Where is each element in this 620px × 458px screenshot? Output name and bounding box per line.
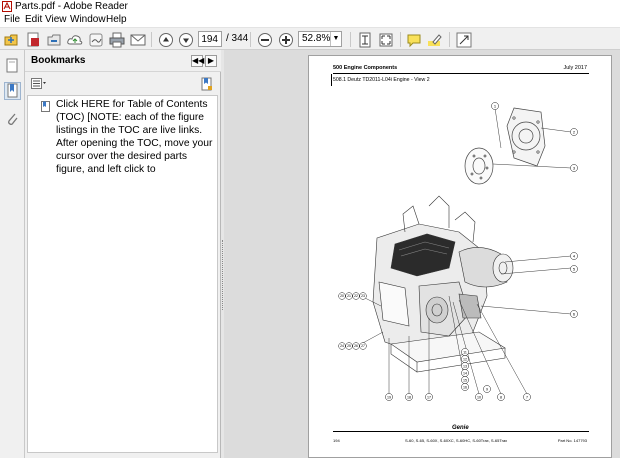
navigation-pane <box>0 50 25 458</box>
svg-text:15: 15 <box>463 378 467 382</box>
adobe-reader-icon <box>2 1 12 12</box>
menu-file[interactable]: File <box>4 13 20 27</box>
page-thumbnails-icon[interactable] <box>4 57 21 75</box>
callouts-bottom: 19 18 17 10 9 8 7 <box>385 385 531 401</box>
sign-icon[interactable] <box>87 31 105 48</box>
flywheel-disk <box>464 147 494 185</box>
bookmark-icon <box>41 101 50 112</box>
menu-help[interactable]: Help <box>106 13 127 27</box>
engine-drawing: 1 2 3 4 5 6 19 18 17 10 9 8 7 11 12 13 1… <box>338 102 578 401</box>
previous-page-icon[interactable] <box>157 31 175 48</box>
next-page-icon[interactable] <box>177 31 195 48</box>
page-number: 194 <box>333 438 340 443</box>
expand-icon[interactable] <box>455 31 473 48</box>
email-icon[interactable] <box>129 31 147 48</box>
collapse-panel-icon[interactable]: ◀◀ <box>191 55 204 67</box>
full-screen-icon[interactable] <box>377 31 395 48</box>
zoom-value: 52.8% <box>302 33 331 44</box>
bookmarks-toolbar <box>25 73 221 95</box>
toolbar-separator <box>449 32 450 47</box>
window-title: Parts.pdf - Adobe Reader <box>15 1 128 12</box>
svg-text:11: 11 <box>463 350 467 354</box>
svg-text:24: 24 <box>340 344 344 348</box>
svg-text:23: 23 <box>361 294 365 298</box>
title-bar: Parts.pdf - Adobe Reader <box>0 0 620 13</box>
svg-text:12: 12 <box>463 357 467 361</box>
part-number: Part No. 147793 <box>557 438 587 443</box>
highlight-icon[interactable] <box>426 31 444 48</box>
new-bookmark-icon[interactable] <box>201 77 213 94</box>
svg-text:16: 16 <box>463 385 467 389</box>
flywheel-housing <box>506 107 546 167</box>
svg-text:18: 18 <box>407 395 411 399</box>
footer-rule <box>333 431 589 432</box>
bookmarks-list: Click HERE for Table of Contents (TOC) [… <box>27 95 218 453</box>
svg-text:22: 22 <box>354 294 358 298</box>
svg-text:17: 17 <box>427 395 431 399</box>
engine-body <box>372 195 514 373</box>
svg-text:21: 21 <box>347 294 351 298</box>
close-panel-icon[interactable]: ▶ <box>205 55 217 67</box>
svg-text:27: 27 <box>361 344 365 348</box>
create-pdf-icon[interactable] <box>24 31 42 48</box>
pdf-page: 500 Engine Components July 2017 508.1 De… <box>308 55 612 458</box>
menu-edit[interactable]: Edit <box>25 13 42 27</box>
menu-view[interactable]: View <box>45 13 67 27</box>
bookmarks-header: Bookmarks ◀◀ ▶ <box>25 50 221 72</box>
svg-text:7: 7 <box>526 395 528 399</box>
svg-text:8: 8 <box>500 395 502 399</box>
cloud-icon[interactable] <box>66 31 84 48</box>
menu-window[interactable]: Window <box>70 13 106 27</box>
menu-bar: File Edit View Window Help <box>0 13 620 27</box>
bookmarks-panel: Bookmarks ◀◀ ▶ Click HERE for Table of C… <box>25 50 221 458</box>
attachments-icon[interactable] <box>4 110 21 128</box>
model-list: S-60, S-65, S-60X, S-60XC, S-60HC, S-60T… <box>405 438 508 443</box>
options-menu-icon[interactable] <box>31 78 47 93</box>
bookmarks-title: Bookmarks <box>31 55 86 66</box>
print-icon[interactable] <box>108 31 126 48</box>
open-icon[interactable] <box>3 31 21 48</box>
svg-text:25: 25 <box>347 344 351 348</box>
svg-text:13: 13 <box>463 364 467 368</box>
chevron-down-icon[interactable]: ▼ <box>330 32 341 46</box>
zoom-in-icon[interactable] <box>277 31 295 48</box>
svg-text:19: 19 <box>387 395 391 399</box>
comment-icon[interactable] <box>405 31 423 48</box>
toolbar-separator <box>151 32 152 47</box>
bookmark-label[interactable]: Click HERE for Table of Contents (TOC) [… <box>56 99 217 176</box>
toolbar-separator <box>400 32 401 47</box>
bookmarks-icon[interactable] <box>4 82 21 100</box>
document-view[interactable]: 500 Engine Components July 2017 508.1 De… <box>224 50 620 458</box>
toolbar: / 344 52.8% ▼ <box>0 27 620 50</box>
toolbar-separator <box>350 32 351 47</box>
svg-text:26: 26 <box>354 344 358 348</box>
splitter-grip <box>222 240 223 310</box>
svg-text:14: 14 <box>463 371 467 375</box>
toolbar-separator <box>250 32 251 47</box>
callouts-left-bottom: 24 25 26 27 <box>338 342 367 350</box>
svg-text:10: 10 <box>477 395 481 399</box>
page-total: / 344 <box>226 33 249 44</box>
callouts-left-top: 20 21 22 23 <box>338 292 367 300</box>
svg-text:20: 20 <box>340 294 344 298</box>
fit-page-icon[interactable] <box>356 31 374 48</box>
page-number-input[interactable] <box>198 31 222 47</box>
save-icon[interactable] <box>45 31 63 48</box>
svg-text:9: 9 <box>486 387 488 391</box>
bookmark-item[interactable]: Click HERE for Table of Contents (TOC) [… <box>41 99 217 176</box>
zoom-out-icon[interactable] <box>256 31 274 48</box>
zoom-select[interactable]: 52.8% ▼ <box>298 31 342 47</box>
